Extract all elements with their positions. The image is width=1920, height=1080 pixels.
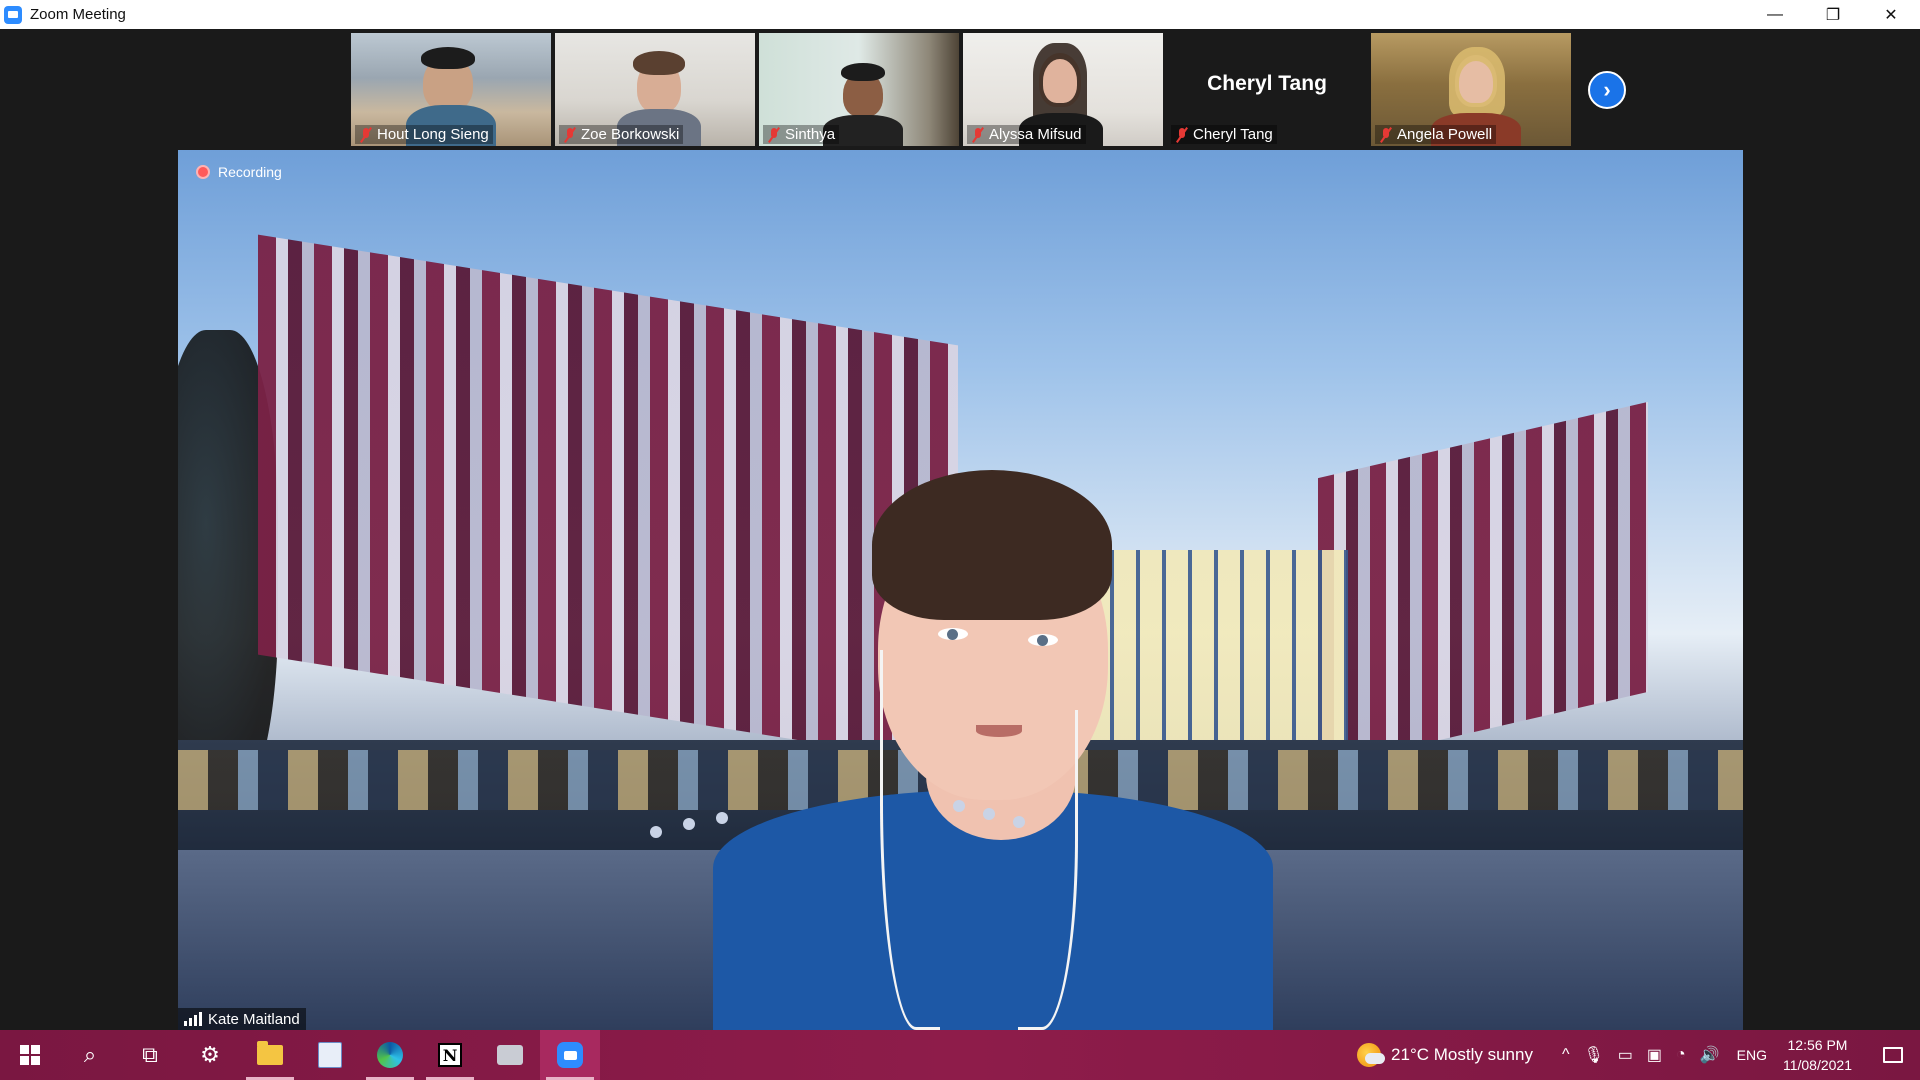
participant-name: Angela Powell (1397, 126, 1493, 143)
window-controls: — ❐ ✕ (1746, 0, 1920, 29)
speaker-name-tag: Kate Maitland (178, 1008, 306, 1030)
document-app-button[interactable] (300, 1030, 360, 1080)
settings-gear-icon[interactable]: ⚙ (180, 1030, 240, 1080)
next-page-button[interactable]: › (1588, 71, 1626, 109)
background-building (258, 234, 958, 766)
mic-muted-icon (1379, 127, 1393, 143)
participant-name: Sinthya (785, 126, 836, 143)
speaker-figure (983, 808, 995, 820)
participant-name-tag: Hout Long Sieng (355, 125, 493, 144)
snipping-tool-icon (497, 1045, 523, 1065)
task-view-icon[interactable]: ⧉ (120, 1030, 180, 1080)
language-indicator[interactable]: ENG (1737, 1047, 1767, 1063)
document-app-icon (318, 1042, 342, 1068)
minimize-button[interactable]: — (1746, 0, 1804, 29)
participant-name-tag: Angela Powell (1375, 125, 1497, 144)
battery-icon[interactable]: ▭ (1618, 1045, 1633, 1065)
clock-time: 12:56 PM (1787, 1037, 1848, 1053)
speaker-figure (1013, 816, 1025, 828)
participant-name: Zoe Borkowski (581, 126, 680, 143)
mic-muted-icon (971, 127, 985, 143)
search-icon[interactable]: ⌕ (60, 1030, 120, 1080)
participant-name-tag: Alyssa Mifsud (967, 125, 1086, 144)
show-hidden-icons-chevron-icon[interactable]: ^ (1562, 1046, 1570, 1064)
mic-muted-icon (767, 127, 781, 143)
active-speaker-video: Recording Kate Maitland (178, 150, 1743, 1030)
recording-indicator[interactable]: Recording (196, 164, 282, 180)
participant-tile[interactable]: Angela Powell (1371, 33, 1571, 146)
mic-muted-icon (563, 127, 577, 143)
speaker-figure (1028, 634, 1058, 646)
windows-taskbar: ⌕ ⧉ ⚙ N 21°C Mostly sunny ^ 🎙 ▭ ▣ ◔ 🔊 EN… (0, 1030, 1920, 1080)
connection-signal-icon (184, 1012, 202, 1026)
participant-strip: Hout Long Sieng Zoe Borkowski Sinthya Al… (351, 33, 1571, 146)
participant-tile[interactable]: Alyssa Mifsud (963, 33, 1163, 146)
microphone-icon[interactable]: 🎙 (1583, 1045, 1603, 1065)
participant-name: Cheryl Tang (1193, 126, 1273, 143)
wifi-icon[interactable]: ◔ (1676, 1046, 1686, 1064)
speaker-figure (716, 812, 728, 824)
snipping-tool-button[interactable] (480, 1030, 540, 1080)
clock-date: 11/08/2021 (1782, 1057, 1852, 1073)
notion-button[interactable]: N (420, 1030, 480, 1080)
display-icon[interactable]: ▣ (1647, 1045, 1662, 1065)
participant-name-tag: Cheryl Tang (1171, 125, 1277, 144)
weather-widget[interactable]: 21°C Mostly sunny (1391, 1045, 1533, 1065)
recording-icon (196, 165, 210, 179)
speaker-name: Kate Maitland (208, 1010, 300, 1028)
windows-logo-icon (20, 1045, 40, 1065)
window-titlebar: Zoom Meeting — ❐ ✕ (0, 0, 1920, 29)
participant-name: Hout Long Sieng (377, 126, 489, 143)
volume-icon[interactable]: 🔊 (1700, 1045, 1720, 1065)
mic-muted-icon (1175, 127, 1189, 143)
edge-icon (377, 1042, 403, 1068)
zoom-app-icon (4, 5, 22, 24)
notion-icon: N (438, 1043, 462, 1067)
mic-muted-icon (359, 127, 373, 143)
speaker-figure (976, 725, 1022, 737)
close-button[interactable]: ✕ (1862, 0, 1920, 29)
participant-display-name: Cheryl Tang (1207, 71, 1327, 95)
speaker-figure (938, 628, 968, 640)
background-building (1318, 401, 1648, 769)
participant-tile[interactable]: Hout Long Sieng (351, 33, 551, 146)
edge-browser-button[interactable] (360, 1030, 420, 1080)
speaker-figure (650, 826, 662, 838)
participant-tile[interactable]: Cheryl Tang Cheryl Tang (1167, 33, 1367, 146)
zoom-icon (557, 1042, 583, 1068)
participant-tile[interactable]: Zoe Borkowski (555, 33, 755, 146)
notification-center-icon[interactable] (1866, 1030, 1920, 1080)
recording-label: Recording (218, 164, 282, 180)
window-title: Zoom Meeting (30, 6, 126, 23)
file-explorer-button[interactable] (240, 1030, 300, 1080)
participant-name-tag: Zoe Borkowski (559, 125, 684, 144)
speaker-figure (872, 470, 1112, 620)
partly-sunny-icon[interactable] (1357, 1043, 1386, 1067)
meeting-area: Hout Long Sieng Zoe Borkowski Sinthya Al… (0, 29, 1920, 1030)
speaker-figure (683, 818, 695, 830)
participant-name: Alyssa Mifsud (989, 126, 1082, 143)
participant-tile[interactable]: Sinthya (759, 33, 959, 146)
clock[interactable]: 12:56 PM 11/08/2021 (1783, 1035, 1852, 1075)
start-button[interactable] (0, 1030, 60, 1080)
restore-button[interactable]: ❐ (1804, 0, 1862, 29)
folder-icon (257, 1041, 283, 1065)
system-tray: 21°C Mostly sunny ^ 🎙 ▭ ▣ ◔ 🔊 ENG 12:56 … (1357, 1030, 1920, 1080)
zoom-taskbar-button[interactable] (540, 1030, 600, 1080)
speaker-figure (953, 800, 965, 812)
participant-name-tag: Sinthya (763, 125, 840, 144)
